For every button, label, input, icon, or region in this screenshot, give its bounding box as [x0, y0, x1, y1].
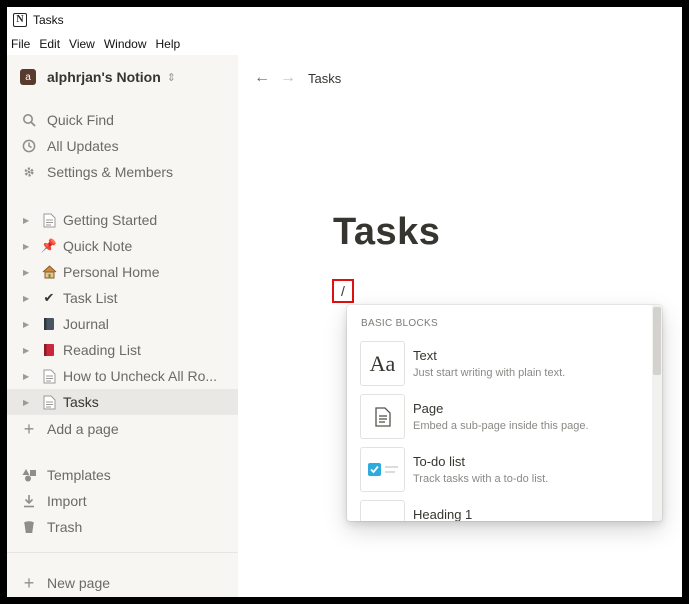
breadcrumb-page[interactable]: Tasks	[308, 71, 341, 86]
breadcrumb: ← → Tasks	[254, 69, 341, 87]
block-option-page[interactable]: Page Embed a sub-page inside this page.	[347, 394, 647, 444]
block-option-title: Page	[413, 401, 444, 416]
sidebar-page-label: Reading List	[63, 342, 141, 358]
sidebar-item-label: Quick Find	[47, 112, 114, 128]
notebook-icon	[41, 316, 57, 332]
expand-triangle-icon[interactable]: ▶	[23, 294, 31, 303]
chevron-updown-icon: ⇕	[166, 71, 176, 84]
page-title[interactable]: Tasks	[333, 211, 440, 254]
menu-scrollbar-thumb[interactable]	[653, 307, 661, 375]
block-option-desc: Embed a sub-page inside this page.	[413, 420, 589, 432]
block-option-desc: Track tasks with a to-do list.	[413, 473, 549, 485]
block-option-title: To-do list	[413, 454, 466, 469]
sidebar-page-label: How to Uncheck All Ro...	[63, 368, 218, 384]
sidebar-page-label: Personal Home	[63, 264, 160, 280]
sidebar-divider	[7, 552, 238, 553]
expand-triangle-icon[interactable]: ▶	[23, 346, 31, 355]
checkmark-icon: ✔	[43, 290, 55, 305]
sidebar-item-all-updates[interactable]: All Updates	[7, 133, 238, 159]
menu-file[interactable]: File	[7, 37, 35, 51]
block-option-heading-1[interactable]: H1 Heading 1	[347, 500, 647, 521]
menu-window[interactable]: Window	[100, 37, 152, 51]
sidebar-item-settings[interactable]: Settings & Members	[7, 159, 238, 185]
sidebar-page-task-list[interactable]: ▶ ✔ Task List	[7, 285, 238, 311]
menu-scrollbar[interactable]	[652, 305, 662, 521]
heading-icon: H1	[360, 500, 405, 521]
plus-icon: +	[23, 418, 35, 439]
title-bar: N Tasks	[7, 7, 682, 33]
sidebar-item-trash[interactable]: Trash	[7, 514, 238, 540]
add-page-label: Add a page	[47, 421, 119, 437]
sidebar-item-label: Import	[47, 493, 87, 509]
workspace-switcher[interactable]: a alphrjan's Notion ⇕	[20, 69, 176, 85]
new-page-label: New page	[47, 575, 111, 591]
document-icon	[41, 394, 57, 410]
sidebar-item-label: Trash	[47, 519, 83, 535]
expand-triangle-icon[interactable]: ▶	[23, 216, 31, 225]
download-icon	[21, 493, 37, 509]
sidebar-page-journal[interactable]: ▶ Journal	[7, 311, 238, 337]
sidebar-page-personal-home[interactable]: ▶ Personal Home	[7, 259, 238, 285]
sidebar-item-label: All Updates	[47, 138, 119, 154]
sidebar: a alphrjan's Notion ⇕ Quick Find All Upd…	[7, 55, 238, 597]
app-window: N Tasks File Edit View Window Help a alp…	[7, 7, 682, 597]
sidebar-item-label: Settings & Members	[47, 164, 174, 180]
block-option-todo[interactable]: To-do list Track tasks with a to-do list…	[347, 447, 647, 497]
sidebar-page-tasks[interactable]: ▶ Tasks	[7, 389, 238, 415]
sidebar-page-how-to-uncheck[interactable]: ▶ How to Uncheck All Ro...	[7, 363, 238, 389]
menu-section-header: BASIC BLOCKS	[361, 318, 438, 329]
expand-triangle-icon[interactable]: ▶	[23, 242, 31, 251]
shapes-icon	[21, 467, 37, 483]
menu-view[interactable]: View	[65, 37, 100, 51]
slash-command-menu: BASIC BLOCKS Aa Text Just start writing …	[347, 305, 662, 521]
sidebar-page-label: Task List	[63, 290, 118, 306]
block-option-title: Text	[413, 348, 437, 363]
sidebar-page-getting-started[interactable]: ▶ Getting Started	[7, 207, 238, 233]
menu-edit[interactable]: Edit	[35, 37, 65, 51]
gear-icon	[21, 164, 37, 180]
house-icon	[41, 264, 57, 280]
expand-triangle-icon[interactable]: ▶	[23, 398, 31, 407]
sidebar-page-label: Quick Note	[63, 238, 133, 254]
block-input[interactable]: /	[332, 279, 354, 303]
menu-bar: File Edit View Window Help	[7, 35, 185, 53]
block-option-text[interactable]: Aa Text Just start writing with plain te…	[347, 341, 647, 391]
search-icon	[21, 112, 37, 128]
pushpin-icon: 📌	[40, 238, 58, 253]
page-icon	[360, 394, 405, 439]
sidebar-page-label: Journal	[63, 316, 109, 332]
block-option-desc: Just start writing with plain text.	[413, 367, 566, 379]
todo-icon	[360, 447, 405, 492]
document-icon	[41, 368, 57, 384]
trash-icon	[21, 519, 37, 535]
book-icon	[41, 342, 57, 358]
document-icon	[41, 212, 57, 228]
workspace-name: alphrjan's Notion	[47, 69, 161, 85]
expand-triangle-icon[interactable]: ▶	[23, 320, 31, 329]
clock-icon	[21, 138, 37, 154]
window-title: Tasks	[33, 13, 64, 27]
new-page-button[interactable]: + New page	[7, 570, 238, 596]
sidebar-page-label: Getting Started	[63, 212, 158, 228]
workspace-avatar: a	[20, 69, 36, 85]
sidebar-item-label: Templates	[47, 467, 111, 483]
sidebar-page-reading-list[interactable]: ▶ Reading List	[7, 337, 238, 363]
sidebar-item-import[interactable]: Import	[7, 488, 238, 514]
sidebar-page-label: Tasks	[63, 394, 99, 410]
menu-help[interactable]: Help	[152, 37, 186, 51]
expand-triangle-icon[interactable]: ▶	[23, 268, 31, 277]
text-icon: Aa	[360, 341, 405, 386]
block-option-title: Heading 1	[413, 507, 473, 521]
sidebar-item-templates[interactable]: Templates	[7, 462, 238, 488]
add-page-button[interactable]: + Add a page	[7, 416, 238, 442]
sidebar-page-quick-note[interactable]: ▶ 📌 Quick Note	[7, 233, 238, 259]
back-arrow-icon[interactable]: ←	[254, 69, 270, 87]
plus-icon: +	[23, 572, 35, 593]
sidebar-item-quick-find[interactable]: Quick Find	[7, 107, 238, 133]
forward-arrow-icon[interactable]: →	[280, 69, 296, 87]
expand-triangle-icon[interactable]: ▶	[23, 372, 31, 381]
notion-logo-icon: N	[13, 13, 27, 27]
